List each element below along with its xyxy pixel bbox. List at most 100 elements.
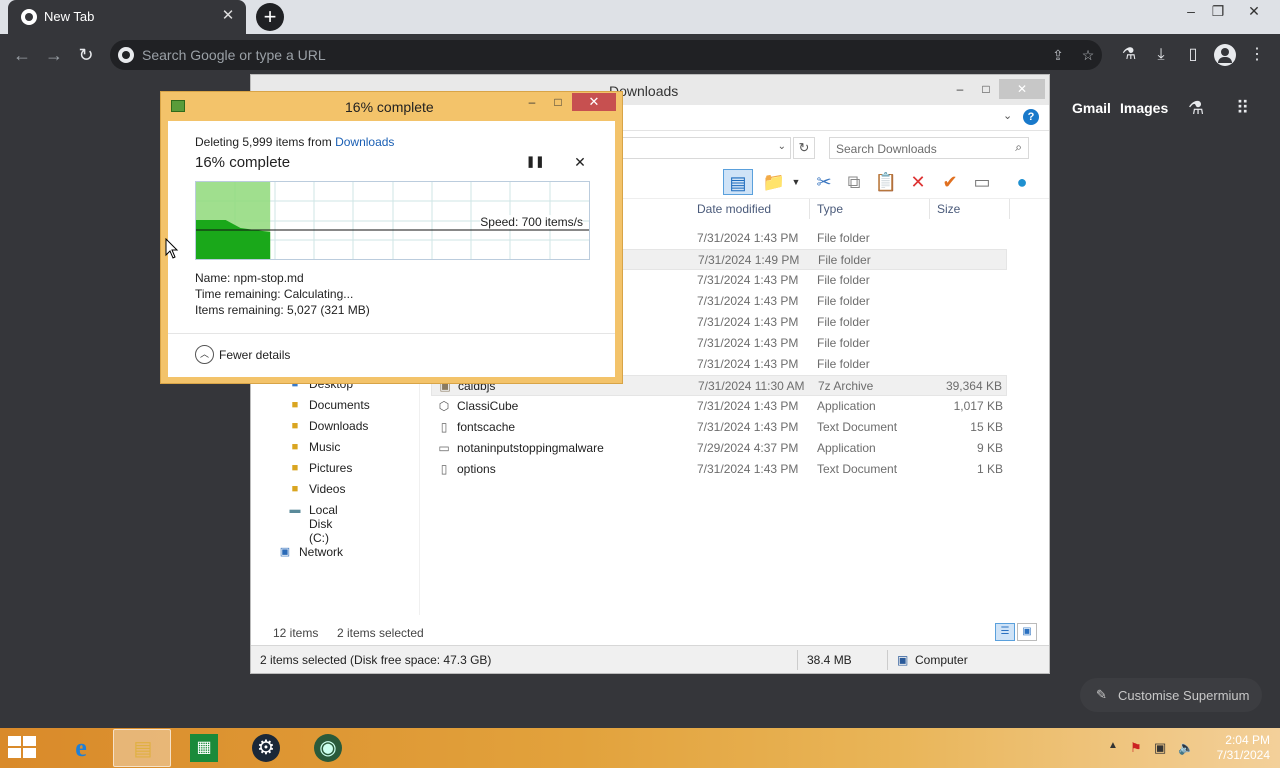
column-header-date[interactable]: Date modified: [697, 202, 771, 216]
taskbar-file-explorer[interactable]: ▤: [113, 729, 171, 767]
command-dropdown-icon[interactable]: ▼: [789, 169, 803, 195]
volume-muted-icon[interactable]: 🔈: [1178, 740, 1194, 756]
tab-new-tab[interactable]: New Tab ✕: [8, 0, 246, 34]
local-disk-icon: ▬: [289, 504, 301, 516]
new-tab-button[interactable]: +: [256, 3, 284, 31]
text-document-icon: ▯: [440, 462, 448, 476]
nav-pane-divider[interactable]: [419, 375, 420, 615]
supermium-browser-icon: ◉: [314, 734, 342, 762]
large-icons-view-icon[interactable]: ▣: [1017, 623, 1037, 641]
row-date: 7/31/2024 1:43 PM: [697, 273, 799, 287]
gmail-link[interactable]: Gmail: [1072, 100, 1111, 116]
profile-avatar-icon[interactable]: [1214, 44, 1236, 66]
downloads-link[interactable]: Downloads: [335, 135, 394, 149]
rename-icon[interactable]: ▭: [969, 169, 995, 195]
stop-close-icon[interactable]: ✕: [571, 154, 589, 172]
deleting-text: Deleting 5,999 items from: [195, 135, 336, 149]
browser-close-icon[interactable]: ✕: [1232, 0, 1276, 22]
copy-icon[interactable]: ⧉: [841, 169, 867, 195]
chevron-up-icon: ︿: [195, 345, 214, 364]
help-icon[interactable]: ?: [1023, 109, 1039, 125]
nav-label: Music: [309, 440, 341, 454]
row-date: 7/31/2024 11:30 AM: [698, 379, 805, 393]
explorer-minimize-icon[interactable]: –: [947, 79, 973, 99]
row-type: File folder: [817, 357, 870, 371]
address-bar[interactable]: ⌄: [621, 137, 791, 159]
column-divider[interactable]: [929, 199, 930, 219]
explorer-search-box[interactable]: ⌕: [829, 137, 1029, 159]
status-item-count: 12 items: [273, 626, 319, 640]
browser-minimize-icon[interactable]: –: [1176, 0, 1206, 22]
table-row[interactable]: ⬡ ClassiCube 7/31/2024 1:43 PM Applicati…: [431, 396, 1007, 417]
column-divider[interactable]: [1009, 199, 1010, 219]
nav-label: Network: [299, 545, 344, 559]
row-type: Application: [817, 399, 876, 413]
dialog-titlebar[interactable]: 16% complete – □ ✕: [161, 92, 622, 120]
store-icon: ▦: [190, 734, 218, 762]
windows-start-icon[interactable]: [8, 736, 38, 760]
download-icon[interactable]: ⤓: [1150, 44, 1172, 66]
dialog-maximize-icon[interactable]: □: [545, 93, 571, 111]
dialog-close-icon[interactable]: ✕: [572, 93, 616, 111]
browser-restore-icon[interactable]: ❐: [1203, 0, 1233, 22]
customise-button[interactable]: ✎ Customise Supermium: [1080, 678, 1262, 712]
table-row[interactable]: ▯ options 7/31/2024 1:43 PM Text Documen…: [431, 459, 1007, 480]
forward-arrow-icon[interactable]: →: [41, 42, 67, 68]
dialog-title: 16% complete: [345, 99, 434, 115]
taskbar-store[interactable]: ▦: [176, 729, 234, 767]
tab-close-icon[interactable]: ✕: [218, 6, 238, 26]
pause-icon[interactable]: ❚❚: [526, 155, 544, 171]
column-header-type[interactable]: Type: [817, 202, 843, 216]
explorer-search-input[interactable]: [836, 141, 1006, 157]
folder-options-icon[interactable]: 📁: [761, 169, 787, 195]
taskbar-steam[interactable]: ⚙: [238, 729, 296, 767]
taskbar-supermium[interactable]: ◉: [300, 729, 358, 767]
column-divider[interactable]: [809, 199, 810, 219]
dialog-minimize-icon[interactable]: –: [519, 93, 545, 111]
properties-check-icon[interactable]: ✔: [937, 169, 963, 195]
row-size: 1,017 KB: [953, 399, 1003, 413]
explorer-close-icon[interactable]: ✕: [999, 79, 1045, 99]
row-name: options: [457, 462, 496, 476]
explorer-maximize-icon[interactable]: □: [973, 79, 999, 99]
globe-icon[interactable]: ●: [1009, 169, 1035, 195]
labs-flask-icon[interactable]: ⚗: [1188, 98, 1204, 119]
paste-icon[interactable]: 📋: [873, 169, 899, 195]
apps-grid-icon[interactable]: ⠿: [1236, 98, 1249, 119]
network-tray-icon[interactable]: ▣: [1154, 740, 1166, 756]
nav-label: Downloads: [309, 419, 369, 433]
ribbon-collapse-icon[interactable]: ⌄: [1003, 109, 1012, 122]
chrome-favicon-icon: [21, 9, 37, 25]
address-dropdown-icon[interactable]: ⌄: [778, 141, 786, 152]
statusbar-divider: [887, 650, 888, 670]
current-file-name: Name: npm-stop.md: [195, 271, 304, 285]
file-explorer-icon: ▤: [133, 738, 153, 760]
browser-menu-icon[interactable]: ⋮: [1246, 44, 1268, 66]
action-center-flag-icon[interactable]: ⚑: [1130, 740, 1142, 756]
delete-icon[interactable]: ✕: [905, 169, 931, 195]
cut-icon[interactable]: ✂: [811, 169, 837, 195]
row-name: notaninputstoppingmalware: [457, 441, 604, 455]
status-selected-count: 2 items selected: [337, 626, 424, 640]
view-pane-icon[interactable]: ▤: [723, 169, 753, 195]
reload-icon[interactable]: ↻: [73, 42, 99, 68]
taskbar-internet-explorer[interactable]: e: [52, 729, 110, 767]
share-icon[interactable]: ⇪: [1048, 46, 1068, 64]
omnibox-input[interactable]: [142, 45, 1022, 65]
omnibox[interactable]: ⇪ ☆: [110, 40, 1102, 70]
delete-progress-dialog: 16% complete – □ ✕ Deleting 5,999 items …: [160, 91, 623, 384]
mouse-cursor-icon: [165, 238, 179, 259]
details-view-icon[interactable]: ☰: [995, 623, 1015, 641]
table-row[interactable]: ▯ fontscache 7/31/2024 1:43 PM Text Docu…: [431, 417, 1007, 438]
lab-flask-icon[interactable]: ⚗: [1118, 44, 1140, 66]
side-panel-icon[interactable]: ▯: [1182, 44, 1204, 66]
column-header-size[interactable]: Size: [937, 202, 960, 216]
row-size: 9 KB: [976, 441, 1003, 455]
images-link[interactable]: Images: [1120, 100, 1168, 116]
back-arrow-icon[interactable]: ←: [9, 42, 35, 68]
taskbar-clock[interactable]: 2:04 PM 7/31/2024: [1200, 733, 1270, 763]
tray-expand-icon[interactable]: ▲: [1108, 740, 1118, 751]
refresh-icon[interactable]: ↻: [793, 137, 815, 159]
bookmark-star-icon[interactable]: ☆: [1078, 46, 1098, 64]
table-row[interactable]: ▭ notaninputstoppingmalware 7/29/2024 4:…: [431, 438, 1007, 459]
